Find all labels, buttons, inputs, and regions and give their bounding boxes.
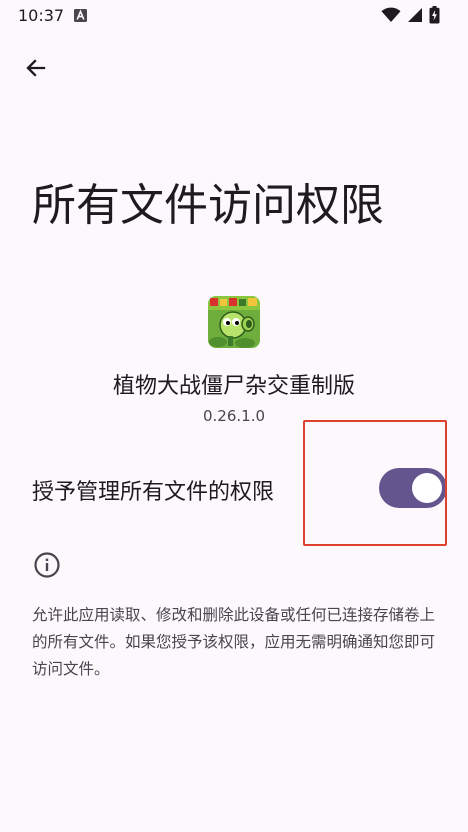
page-title: 所有文件访问权限 [32, 180, 384, 231]
signal-icon [408, 8, 422, 22]
permission-label: 授予管理所有文件的权限 [32, 480, 275, 505]
status-time: 10:37 [18, 6, 65, 25]
permission-description: 允许此应用读取、修改和删除此设备或任何已连接存储卷上的所有文件。如果您授予该权限… [32, 606, 436, 678]
app-name: 植物大战僵尸杂交重制版 [112, 374, 355, 399]
info-icon [34, 552, 60, 578]
status-icons [381, 6, 440, 24]
battery-charging-icon [429, 6, 440, 24]
app-version: 0.26.1.0 [202, 407, 266, 425]
a-icon [74, 9, 87, 22]
status-bar: 10:37 [0, 0, 468, 32]
toggle-thumb [412, 473, 442, 503]
wifi-icon [381, 7, 401, 22]
permission-row[interactable]: 授予管理所有文件的权限 [0, 458, 468, 522]
arrow-back-icon [26, 59, 46, 77]
app-icon [208, 296, 260, 348]
back-button[interactable] [18, 50, 54, 86]
permission-toggle[interactable] [379, 468, 447, 508]
